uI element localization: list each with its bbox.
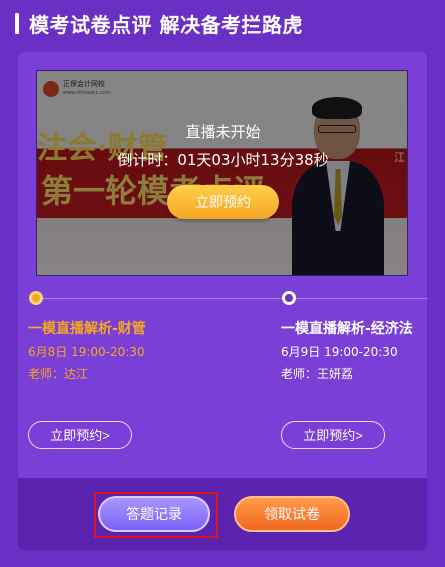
session-time: 6月9日 19:00-20:30	[281, 345, 398, 359]
live-video-player[interactable]: 正保会计网校 www.chinaacc.com 注会·财管 第一轮模考点评 达江…	[36, 70, 408, 276]
claim-paper-button[interactable]: 领取试卷	[234, 496, 350, 532]
session-reserve-button[interactable]: 立即预约>	[28, 421, 132, 449]
reserve-live-button[interactable]: 立即预约	[167, 185, 279, 219]
session-title[interactable]: 一模直播解析-经济法	[281, 318, 413, 338]
page-title: 模考试卷点评 解决备考拦路虎	[29, 13, 303, 37]
session-teacher: 老师：王妍荔	[281, 367, 354, 381]
session-reserve-button[interactable]: 立即预约>	[281, 421, 385, 449]
countdown-timer: 倒计时：01天03小时13分38秒	[117, 151, 329, 169]
session-time: 6月8日 19:00-20:30	[28, 345, 145, 359]
timeline-line	[36, 298, 427, 299]
highlight-box	[94, 492, 218, 538]
card-footer-band	[18, 478, 427, 550]
session-title[interactable]: 一模直播解析-财管	[28, 318, 146, 338]
live-status: 直播未开始	[185, 123, 261, 141]
page-header: 模考试卷点评 解决备考拦路虎	[0, 0, 445, 46]
video-dim-overlay	[37, 71, 407, 275]
exam-review-card: 正保会计网校 www.chinaacc.com 注会·财管 第一轮模考点评 达江…	[18, 52, 427, 550]
timeline-dot-active[interactable]	[29, 291, 43, 305]
header-accent-bar	[15, 13, 19, 34]
timeline-dot-inactive[interactable]	[282, 291, 296, 305]
session-teacher: 老师：达江	[28, 367, 89, 381]
